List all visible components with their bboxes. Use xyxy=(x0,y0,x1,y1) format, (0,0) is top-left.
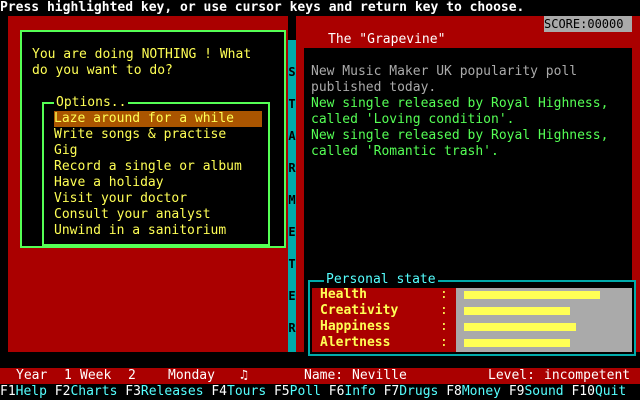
dialog-question: do you want to do? xyxy=(32,63,173,78)
stat-colon: : xyxy=(440,319,448,334)
option-holiday[interactable]: Have a holiday xyxy=(54,175,262,191)
name-value: Neville xyxy=(352,368,407,383)
alertness-bar xyxy=(464,339,570,347)
stat-label-alertness: Alertness xyxy=(320,335,391,350)
news-line: published today. xyxy=(311,80,437,95)
news-line: New Music Maker UK popularity poll xyxy=(311,64,578,79)
f8-money-button[interactable]: F8Money xyxy=(446,384,501,399)
stat-colon: : xyxy=(440,303,448,318)
starmeter-letter: T xyxy=(288,97,296,111)
option-sanitorium[interactable]: Unwind in a sanitorium xyxy=(54,223,262,239)
stat-label-happiness: Happiness xyxy=(320,319,391,334)
f1-help-button[interactable]: F1Help xyxy=(0,384,47,399)
news-line: New single released by Royal Highness, xyxy=(311,128,609,143)
option-analyst[interactable]: Consult your analyst xyxy=(54,207,262,223)
personal-state-title: Personal state xyxy=(324,272,438,288)
year-value: 1 xyxy=(64,368,72,383)
stat-label-health: Health xyxy=(320,287,367,302)
option-write-songs[interactable]: Write songs & practise xyxy=(54,127,262,143)
starmeter-letter: S xyxy=(288,65,296,79)
instruction-text: Press highlighted key, or use cursor key… xyxy=(0,0,525,15)
option-gig[interactable]: Gig xyxy=(54,143,262,159)
f2-charts-button[interactable]: F2Charts xyxy=(55,384,118,399)
dialog-question: You are doing NOTHING ! What xyxy=(32,47,252,62)
news-line: called 'Romantic trash'. xyxy=(311,144,499,159)
starmeter-letter: E xyxy=(288,225,296,239)
options-title: Options.. xyxy=(54,95,129,111)
f4-tours-button[interactable]: F4Tours xyxy=(211,384,266,399)
starmeter-letter: A xyxy=(288,129,296,143)
f7-drugs-button[interactable]: F7Drugs xyxy=(384,384,439,399)
f5-poll-button[interactable]: F5Poll xyxy=(274,384,321,399)
starmeter-letter: R xyxy=(288,321,296,335)
f6-info-button[interactable]: F6Info xyxy=(329,384,376,399)
grapevine-title: The "Grapevine" xyxy=(328,32,446,47)
option-record[interactable]: Record a single or album xyxy=(54,159,262,175)
creativity-bar xyxy=(464,307,570,315)
starmeter-letter: M xyxy=(288,193,296,207)
week-value: 2 xyxy=(128,368,136,383)
news-line: New single released by Royal Highness, xyxy=(311,96,609,111)
f9-sound-button[interactable]: F9Sound xyxy=(509,384,564,399)
name-label: Name: xyxy=(304,368,344,383)
news-line: called 'Loving condition'. xyxy=(311,112,515,127)
health-bar xyxy=(464,291,600,299)
option-doctor[interactable]: Visit your doctor xyxy=(54,191,262,207)
year-label: Year xyxy=(16,368,48,383)
starmeter-letter: R xyxy=(288,161,296,175)
happiness-bar xyxy=(464,323,576,331)
day-value: Monday xyxy=(168,368,215,383)
level-value: incompetent xyxy=(544,368,631,383)
function-key-bar: F1Help F2Charts F3Releases F4Tours F5Pol… xyxy=(0,384,640,400)
starmeter-letter: E xyxy=(288,289,296,303)
week-label: Week xyxy=(80,368,112,383)
f3-releases-button[interactable]: F3Releases xyxy=(125,384,203,399)
f10-quit-button[interactable]: F10Quit xyxy=(571,384,626,399)
level-label: Level: xyxy=(488,368,535,383)
stat-colon: : xyxy=(440,287,448,302)
starmeter-letter: T xyxy=(288,257,296,271)
stat-label-creativity: Creativity xyxy=(320,303,399,318)
option-laze[interactable]: Laze around for a while xyxy=(54,111,262,127)
music-note-icon: ♫ xyxy=(240,368,248,383)
score-display: SCORE:00000 xyxy=(544,16,632,32)
stat-colon: : xyxy=(440,335,448,350)
